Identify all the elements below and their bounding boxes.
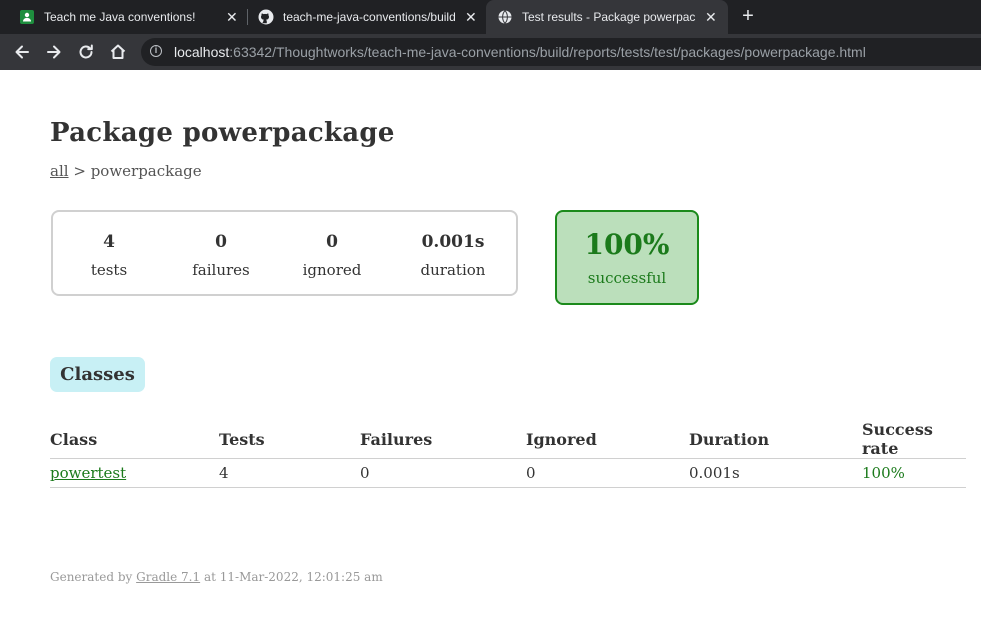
- new-tab-button[interactable]: +: [738, 6, 758, 26]
- stat-label: duration: [420, 261, 486, 279]
- column-header-success-rate: Success rate: [862, 418, 966, 459]
- url-host: localhost: [174, 44, 230, 60]
- stat-tests: 4 tests: [81, 232, 137, 279]
- stat-label: tests: [90, 261, 128, 279]
- success-label: successful: [587, 269, 667, 287]
- summary-box: 4 tests 0 failures 0 ignored 0.001s dura…: [51, 210, 518, 296]
- site-favicon-icon: [20, 10, 34, 24]
- cell-ignored: 0: [526, 458, 689, 488]
- table-header-row: Class Tests Failures Ignored Duration Su…: [50, 418, 966, 459]
- page-content: Package powerpackage all > powerpackage …: [0, 70, 981, 637]
- column-header-failures: Failures: [360, 418, 526, 459]
- github-icon: [258, 9, 274, 25]
- tab-test-results[interactable]: Test results - Package powerpackage ✕: [486, 0, 728, 34]
- close-tab-icon[interactable]: ✕: [465, 10, 477, 24]
- close-tab-icon[interactable]: ✕: [705, 10, 717, 24]
- page-title: Package powerpackage: [50, 118, 395, 148]
- back-arrow-icon[interactable]: [12, 42, 32, 62]
- home-icon[interactable]: [108, 42, 128, 62]
- tab-title: teach-me-java-conventions/build: [283, 10, 455, 24]
- stat-duration: 0.001s duration: [405, 232, 501, 279]
- footer-suffix: at 11-Mar-2022, 12:01:25 am: [203, 570, 383, 584]
- cell-success-rate: 100%: [862, 458, 966, 488]
- url-text[interactable]: localhost:63342/Thoughtworks/teach-me-ja…: [174, 44, 866, 60]
- tab-teach-me-java[interactable]: Teach me Java conventions! ✕: [8, 0, 244, 34]
- column-header-ignored: Ignored: [526, 418, 689, 459]
- cell-duration: 0.001s: [689, 458, 862, 488]
- footer-prefix: Generated by: [50, 570, 133, 584]
- globe-icon: [498, 10, 512, 24]
- column-header-class: Class: [50, 418, 219, 459]
- success-percent: 100%: [584, 228, 670, 261]
- stat-failures: 0 failures: [185, 232, 257, 279]
- reload-icon[interactable]: [76, 42, 96, 62]
- cell-class: powertest: [50, 458, 219, 488]
- tab-github-build[interactable]: teach-me-java-conventions/build ✕: [248, 0, 486, 34]
- stat-ignored: 0 ignored: [296, 232, 368, 279]
- browser-tab-bar: Teach me Java conventions! ✕ teach-me-ja…: [0, 0, 981, 34]
- stat-value: 0: [215, 232, 227, 252]
- breadcrumb-current: powerpackage: [90, 162, 202, 180]
- stat-value: 0: [326, 232, 338, 252]
- breadcrumb-separator: >: [73, 162, 86, 180]
- tab-title: Test results - Package powerpackage: [522, 10, 696, 24]
- cell-tests: 4: [219, 458, 360, 488]
- close-tab-icon[interactable]: ✕: [226, 10, 238, 24]
- breadcrumb-all-link[interactable]: all: [50, 162, 69, 180]
- column-header-duration: Duration: [689, 418, 862, 459]
- cell-failures: 0: [360, 458, 526, 488]
- url-path: :63342/Thoughtworks/teach-me-java-conven…: [229, 44, 866, 60]
- forward-arrow-icon[interactable]: [44, 42, 64, 62]
- stat-label: ignored: [302, 261, 362, 279]
- footer: Generated by Gradle 7.1 at 11-Mar-2022, …: [50, 570, 383, 584]
- tab-classes[interactable]: Classes: [50, 357, 145, 392]
- stat-value: 4: [103, 232, 115, 252]
- site-info-icon[interactable]: i: [150, 45, 162, 57]
- gradle-link[interactable]: Gradle 7.1: [136, 570, 200, 584]
- tab-title: Teach me Java conventions!: [44, 10, 196, 24]
- success-rate-box: 100% successful: [555, 210, 699, 305]
- class-link-powertest[interactable]: powertest: [50, 464, 126, 482]
- stat-label: failures: [192, 261, 250, 279]
- classes-table: Class Tests Failures Ignored Duration Su…: [50, 418, 966, 488]
- column-header-tests: Tests: [219, 418, 360, 459]
- table-row: powertest 4 0 0 0.001s 100%: [50, 458, 966, 488]
- breadcrumb: all > powerpackage: [50, 162, 202, 180]
- stat-value: 0.001s: [421, 232, 485, 252]
